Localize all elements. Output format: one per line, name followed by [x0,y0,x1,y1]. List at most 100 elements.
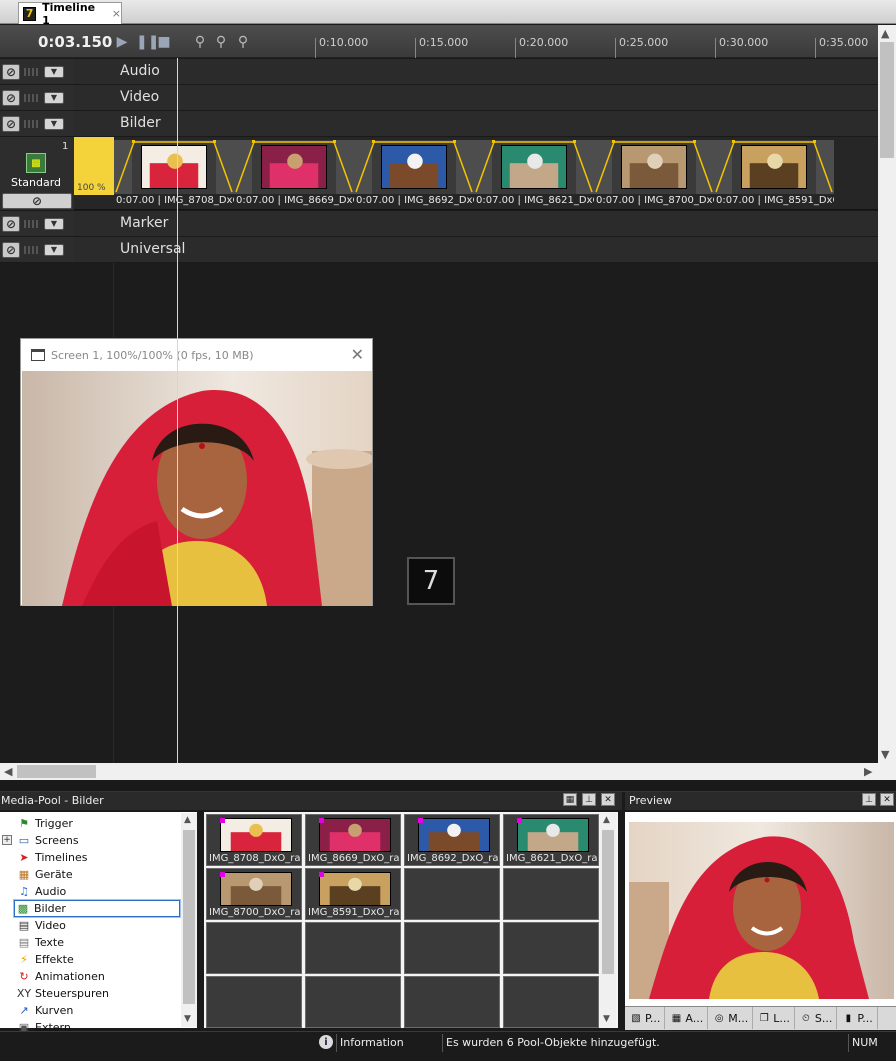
pin-icon[interactable]: ⊥ [862,793,876,806]
scroll-down-icon[interactable]: ▼ [184,1014,191,1024]
track-options-dropdown[interactable]: ▼ [44,243,64,256]
pool-empty-cell[interactable] [503,976,599,1028]
track-header: ⊘ ▼ [0,85,74,110]
timeline-horizontal-scrollbar[interactable] [0,763,878,780]
tree-item-effekte[interactable]: ⚡ Effekte [16,951,74,968]
scroll-down-icon[interactable]: ▼ [881,748,889,761]
pool-item[interactable]: IMG_8692_DxO_raw [404,814,500,866]
tab-timeline-1[interactable]: 7 Timeline 1 × [18,0,122,27]
preview-tab[interactable]: ❐ L... [753,1007,795,1029]
ruler-label: 0:25.000 [619,36,669,49]
pool-empty-cell[interactable] [305,922,401,974]
pause-icon[interactable]: ❚❚ [136,34,159,50]
tree-item-video[interactable]: ▤ Video [16,917,66,934]
play-icon[interactable]: ▶ [115,34,129,50]
tree-item-geräte[interactable]: ▦ Geräte [16,866,73,883]
pool-empty-cell[interactable] [503,868,599,920]
preview-tab[interactable]: ▮ P... [837,1007,878,1029]
scroll-up-icon[interactable]: ▲ [603,815,610,825]
tree-item-screens[interactable]: ▭ Screens [16,832,79,849]
track-mute-button[interactable]: ⊘ [2,241,20,258]
preview-tab[interactable]: ▦ A... [665,1007,709,1029]
pool-item[interactable]: IMG_8591_DxO_raw [305,868,401,920]
track-options-dropdown[interactable]: ▼ [44,91,64,104]
pool-empty-cell[interactable] [404,922,500,974]
stop-icon[interactable]: ■ [157,34,171,50]
screen-window[interactable]: Screen 1, 100%/100% (0 fps, 10 MB) ✕ [20,338,373,606]
pool-empty-cell[interactable] [206,976,302,1028]
track-options-dropdown[interactable]: ▼ [44,117,64,130]
vertical-scroll-thumb[interactable] [880,42,894,158]
track-mute-button[interactable]: ⊘ [2,115,20,132]
tree-item-kurven[interactable]: ↗ Kurven [16,1002,73,1019]
scroll-left-icon[interactable]: ◀ [4,765,12,778]
pool-item-thumbnail [319,872,391,906]
track-row-video[interactable]: ⊘ ▼ Video [0,85,878,111]
tree-expander[interactable]: + [2,835,12,845]
pool-empty-cell[interactable] [404,868,500,920]
track-name: Marker [120,215,169,231]
track-options-dropdown[interactable]: ▼ [44,65,64,78]
scroll-right-icon[interactable]: ▶ [864,765,872,778]
drag-handle-icon[interactable] [24,245,40,254]
pool-empty-cell[interactable] [206,922,302,974]
track-mute-button[interactable]: ⊘ [2,215,20,232]
animations-icon: ↻ [19,970,29,983]
scroll-corner [878,763,896,780]
scroll-up-icon[interactable]: ▲ [881,27,889,40]
close-icon[interactable]: ✕ [351,345,364,364]
drag-handle-icon[interactable] [24,219,40,228]
track-mute-button[interactable]: ⊘ [2,63,20,80]
pool-empty-cell[interactable] [305,976,401,1028]
pool-item[interactable]: IMG_8669_DxO_raw [305,814,401,866]
pool-empty-cell[interactable] [404,976,500,1028]
pin-icon[interactable]: ⊥ [582,793,596,806]
pool-item[interactable]: IMG_8700_DxO_raw [206,868,302,920]
pool-item[interactable]: IMG_8621_DxO_raw [503,814,599,866]
tab-close-icon[interactable]: × [112,7,121,20]
pool-item[interactable]: IMG_8708_DxO_raw [206,814,302,866]
tree-item-audio[interactable]: ♫ Audio [16,883,66,900]
drag-handle-icon[interactable] [24,119,40,128]
panel-separator[interactable] [0,780,896,792]
tree-item-animationen[interactable]: ↻ Animationen [16,968,104,985]
grid-scroll-thumb[interactable] [602,830,614,974]
track-options-dropdown[interactable]: ▼ [44,217,64,230]
preview-tab-strip: ▧ P... ▦ A... ◎ M... ❐ L... ⏲ S... ▮ P... [625,1006,896,1030]
drag-handle-icon[interactable] [24,67,40,76]
track-row-bilder[interactable]: ⊘ ▼ Bilder [0,111,878,137]
pool-empty-cell[interactable] [503,922,599,974]
marker-prev-icon[interactable]: ⚲ [193,34,207,50]
scroll-down-icon[interactable]: ▼ [603,1014,610,1024]
tree-item-bilder[interactable]: ▩ Bilder [13,899,181,918]
preview-image [629,822,894,999]
scroll-up-icon[interactable]: ▲ [184,815,191,825]
marker-set-icon[interactable]: ⚲ [214,34,228,50]
tab-title: Timeline 1 [42,0,96,27]
drag-handle-icon[interactable] [24,93,40,102]
tree-item-label: Audio [35,885,67,898]
marker-next-icon[interactable]: ⚲ [236,34,250,50]
preview-tab[interactable]: ◎ M... [708,1007,754,1029]
preview-tab[interactable]: ⏲ S... [795,1007,838,1029]
tree-item-trigger[interactable]: ⚑ Trigger [16,815,73,832]
track-name: Universal [120,241,186,257]
close-icon[interactable]: ✕ [601,793,615,806]
tree-scroll-thumb[interactable] [183,830,195,1004]
tree-item-steuerspuren[interactable]: XY Steuerspuren [16,985,109,1002]
view-grid-icon[interactable]: ▦ [563,793,577,806]
playhead-cursor[interactable] [177,58,178,763]
track-row-audio[interactable]: ⊘ ▼ Audio [0,59,878,85]
track-row-universal[interactable]: ⊘ ▼ Universal [0,237,878,263]
tree-item-texte[interactable]: ▤ Texte [16,934,64,951]
track-mute-button[interactable]: ⊘ [2,89,20,106]
track-mute-button[interactable]: ⊘ [2,193,72,209]
pool-item-label: IMG_8700_DxO_raw [209,907,301,918]
track-opacity-block[interactable]: 100 % [74,137,114,195]
preview-tab[interactable]: ▧ P... [625,1007,666,1029]
track-row-marker[interactable]: ⊘ ▼ Marker [0,211,878,237]
close-icon[interactable]: ✕ [880,793,894,806]
horizontal-scroll-thumb[interactable] [17,765,96,778]
screen-window-titlebar[interactable]: Screen 1, 100%/100% (0 fps, 10 MB) [21,339,372,371]
tree-item-timelines[interactable]: ➤ Timelines [16,849,87,866]
